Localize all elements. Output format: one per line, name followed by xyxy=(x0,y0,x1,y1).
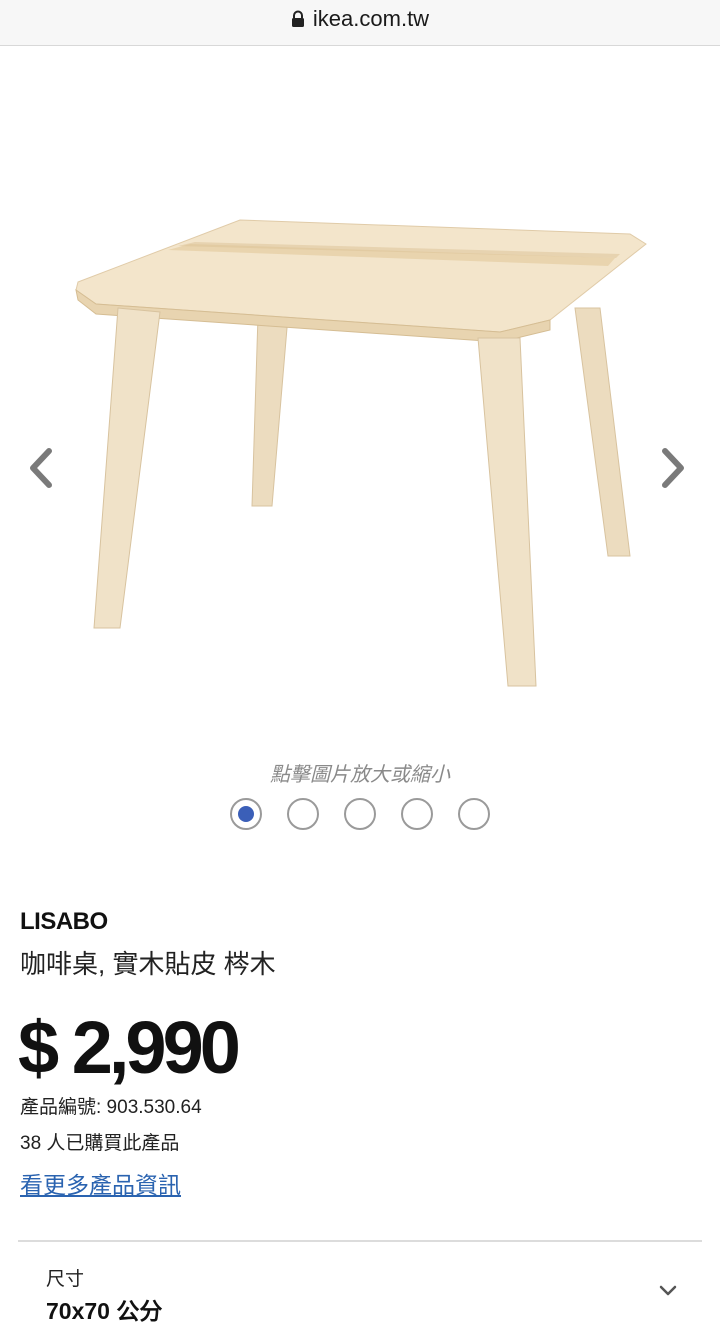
size-value: 70x70 公分 xyxy=(46,1298,163,1324)
chevron-left-icon xyxy=(30,448,52,488)
more-info-link[interactable]: 看更多產品資訊 xyxy=(20,1166,181,1200)
size-selector[interactable]: 尺寸 70x70 公分 xyxy=(18,1242,702,1334)
product-gallery[interactable] xyxy=(0,46,720,746)
size-label: 尺寸 xyxy=(46,1269,85,1290)
product-image[interactable] xyxy=(60,216,660,736)
next-image-button[interactable] xyxy=(654,440,694,496)
zoom-hint: 點擊圖片放大或縮小 xyxy=(270,764,450,786)
article-number: 產品編號: 903.530.64 xyxy=(20,1097,202,1118)
gallery-dot[interactable] xyxy=(344,798,376,830)
gallery-dot[interactable] xyxy=(287,798,319,830)
lock-icon xyxy=(291,10,304,27)
chevron-right-icon xyxy=(662,448,684,488)
gallery-dot[interactable] xyxy=(401,798,433,830)
gallery-pagination xyxy=(0,798,720,830)
url-display[interactable]: ikea.com.tw xyxy=(291,6,429,32)
url-text: ikea.com.tw xyxy=(312,5,430,31)
browser-url-bar[interactable]: ikea.com.tw xyxy=(0,0,720,46)
product-description: 咖啡桌, 實木貼皮 梣木 xyxy=(20,949,276,979)
previous-image-button[interactable] xyxy=(20,440,60,496)
gallery-dot[interactable] xyxy=(230,798,262,830)
chevron-down-icon xyxy=(659,1285,677,1296)
product-price: $ 2,990 xyxy=(18,1006,241,1089)
product-name: LISABO xyxy=(20,908,108,935)
active-dot-fill xyxy=(238,806,254,822)
gallery-dot[interactable] xyxy=(458,798,490,830)
purchase-count: 38 人已購買此產品 xyxy=(20,1133,180,1154)
